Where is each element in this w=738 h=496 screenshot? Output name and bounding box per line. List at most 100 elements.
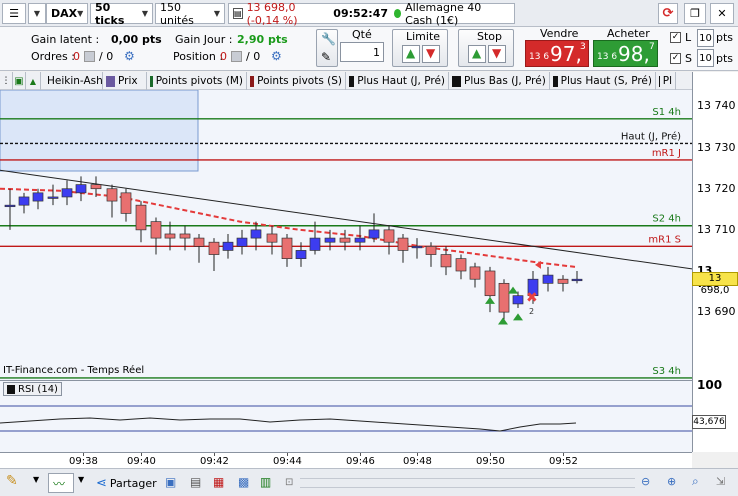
chart-type-button[interactable]: 〰 xyxy=(48,473,74,493)
symbol-label: DAX xyxy=(51,7,78,20)
candle-body xyxy=(179,233,191,239)
price-chart[interactable]: S1 4h Haut (J, Pré) mR1 J S2 4h mR1 S S3 4h ✖ 2… xyxy=(0,90,692,380)
candle-body xyxy=(120,192,132,214)
time-tick-mark xyxy=(417,453,418,456)
candle-body xyxy=(339,237,351,243)
indicator-menu-button[interactable]: ⋮ xyxy=(0,72,13,90)
copy-icon[interactable]: ▣ xyxy=(165,475,176,489)
time-axis[interactable]: 09:38 09:40 09:42 09:44 09:46 09:48 09:50 09:52 xyxy=(0,452,692,468)
chevron-down-icon[interactable]: ▼ xyxy=(78,475,84,484)
fit-icon[interactable]: ⇲ xyxy=(716,475,725,488)
stop-checkbox[interactable]: ✓ xyxy=(670,53,681,64)
level-label: S1 4h xyxy=(652,107,681,118)
ticks-select[interactable]: 50 ticks ▼ xyxy=(90,1,153,27)
restore-button[interactable]: ❐ xyxy=(684,3,706,24)
rsi-line xyxy=(0,417,577,432)
zoom-in-icon[interactable]: ⊕ xyxy=(667,475,676,488)
share-icon: ⋖ xyxy=(96,475,107,491)
search-icon[interactable]: ⌕ xyxy=(692,474,699,489)
symbol-select[interactable]: DAX ▼ xyxy=(46,3,88,24)
settings-gear-icon[interactable]: ⚙ xyxy=(124,49,135,63)
refresh-button[interactable]: ⟳ xyxy=(658,3,678,24)
add-indicator-button[interactable]: ▣ xyxy=(13,72,26,90)
indicator-tab[interactable]: Plus Bas (J, Pré) xyxy=(449,72,550,90)
units-select[interactable]: 150 unités ▼ xyxy=(155,1,225,27)
candle-body xyxy=(542,274,554,284)
chevron-down-icon: ▼ xyxy=(141,9,148,18)
instrument-info: ▤ 13 698,0 (-0,14 %) 09:52:47 Allemagne … xyxy=(228,1,515,27)
cancel-orders-icon[interactable] xyxy=(84,51,95,62)
candle-body xyxy=(295,250,307,260)
quantity-input[interactable] xyxy=(340,42,384,62)
print-icon[interactable]: ▤ xyxy=(190,475,201,489)
chevron-down-icon: ▼ xyxy=(33,9,41,18)
zoom-out-icon[interactable]: ⊖ xyxy=(641,475,650,488)
limit-checkbox[interactable]: ✓ xyxy=(670,32,681,43)
limit-order-button[interactable]: Limite ▲ ▼ xyxy=(392,29,448,67)
chevron-up-icon: ▲ xyxy=(29,76,37,86)
stop-order-button[interactable]: Stop ▲ ▼ xyxy=(458,29,514,67)
time-tick-mark xyxy=(563,453,564,456)
marker-count: 2 xyxy=(529,307,534,316)
stop-sell-icon: ▼ xyxy=(488,45,506,63)
indicator-color-swatch xyxy=(106,75,115,87)
price-chart-canvas[interactable]: S1 4h Haut (J, Pré) mR1 J S2 4h mR1 S S3 4h ✖2 xyxy=(0,90,692,380)
close-button[interactable]: ✕ xyxy=(710,3,734,24)
lock-icon[interactable]: ⊡ xyxy=(285,477,293,488)
stop-points-input[interactable] xyxy=(697,49,714,67)
indicator-color-swatch xyxy=(349,75,355,87)
candle-body xyxy=(425,245,437,255)
price-axis[interactable]: 13 74013 73013 72013 71013 70013 690 13 … xyxy=(692,72,738,452)
add-icon: ▣ xyxy=(14,75,24,87)
dropdown-toggle[interactable]: ▼ xyxy=(28,3,46,24)
ordres-total: / 0 xyxy=(99,50,114,63)
buy-button[interactable]: 13 6 98, 7 xyxy=(593,40,658,67)
limit-points-input[interactable] xyxy=(697,29,714,47)
time-tick-label: 09:40 xyxy=(127,456,156,467)
price-tick-label: 13 690 xyxy=(697,305,736,319)
time-tick-mark xyxy=(141,453,142,456)
limit-label: Limite xyxy=(406,30,441,43)
settings-gear-icon[interactable]: ⚙ xyxy=(271,49,282,63)
chart-line-icon: 〰 xyxy=(53,477,66,491)
alert-icon[interactable]: ▦ xyxy=(213,475,224,489)
draw-tool-button[interactable]: ✎ xyxy=(6,473,30,493)
indicator-tab[interactable]: Pl xyxy=(656,72,676,90)
trend-line xyxy=(0,169,692,270)
indicator-tab[interactable]: Points pivots (S) xyxy=(247,72,346,90)
close-position-icon[interactable] xyxy=(231,51,242,62)
candle-body xyxy=(106,188,118,202)
share-button[interactable]: ⋖ Partager xyxy=(93,472,160,494)
price-tick-label: 13 710 xyxy=(697,222,736,236)
indicator-label: Plus Haut (S, Pré) xyxy=(560,75,652,87)
indicator-label: Plus Haut (J, Pré) xyxy=(357,75,445,87)
buy-marker-icon xyxy=(513,313,523,321)
screener-icon[interactable]: ▩ xyxy=(238,475,249,489)
buy-price-decimal: 7 xyxy=(649,42,655,52)
candle-body xyxy=(164,233,176,239)
indicator-label: Prix xyxy=(118,75,138,87)
indicator-tab[interactable]: Prix xyxy=(103,72,147,90)
candle-body xyxy=(47,196,59,199)
scroll-track[interactable] xyxy=(300,478,635,488)
menu-button[interactable]: ☰ xyxy=(2,3,26,24)
chevron-down-icon[interactable]: ▼ xyxy=(33,475,39,484)
candle-body xyxy=(150,221,162,239)
data-source-label: IT-Finance.com - Temps Réel xyxy=(3,365,145,376)
backtest-icon[interactable]: ▥ xyxy=(260,475,271,489)
indicator-tab[interactable]: Heikin-Ashi xyxy=(41,72,103,90)
indicator-tab[interactable]: Points pivots (M) xyxy=(147,72,247,90)
collapse-button[interactable]: ▲ xyxy=(26,72,41,90)
position-value: 0 xyxy=(220,50,227,63)
order-tools-button[interactable]: 🔧 ✎ xyxy=(316,29,338,67)
indicator-tab[interactable]: Plus Haut (J, Pré) xyxy=(346,72,449,90)
indicator-tab[interactable]: Plus Haut (S, Pré) xyxy=(550,72,656,90)
level-label: Haut (J, Pré) xyxy=(621,130,681,142)
sell-button[interactable]: 13 6 97, 3 xyxy=(525,40,589,67)
close-icon: ✕ xyxy=(717,7,727,20)
candle-body xyxy=(397,237,409,251)
rsi-panel[interactable]: RSI (14) xyxy=(0,380,692,452)
candle-body xyxy=(236,237,248,247)
buy-price-main: 98, xyxy=(618,42,650,66)
time-tick-label: 09:50 xyxy=(476,456,505,467)
